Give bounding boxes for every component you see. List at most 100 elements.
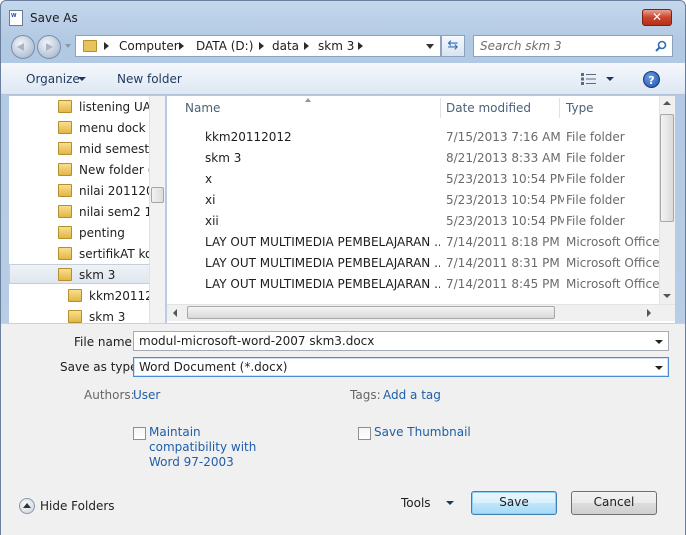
back-button[interactable]: [11, 35, 35, 59]
save-type-label: Save as type:: [60, 360, 142, 374]
file-row[interactable]: LAY OUT MULTIMEDIA PEMBELAJARAN ... 7/14/…: [167, 253, 661, 274]
new-folder-button[interactable]: New folder: [117, 72, 182, 86]
save-thumbnail-checkbox[interactable]: [358, 427, 371, 440]
tools-button[interactable]: Tools: [401, 496, 431, 510]
search-icon[interactable]: [655, 40, 667, 52]
chevron-down-icon[interactable]: [78, 77, 86, 81]
nav-scrollbar-thumb[interactable]: [151, 187, 164, 203]
refresh-button[interactable]: ⇆: [441, 35, 465, 57]
forward-button[interactable]: [37, 35, 61, 59]
organize-button[interactable]: Organize: [26, 72, 80, 86]
scroll-down-arrow-icon[interactable]: [663, 294, 671, 298]
file-type: File folder: [566, 151, 625, 165]
tags-field[interactable]: Add a tag: [383, 388, 441, 402]
authors-label: Authors:: [84, 388, 135, 402]
file-row[interactable]: LAY OUT MULTIMEDIA PEMBELAJARAN ... 7/14/…: [167, 232, 661, 253]
scroll-right-arrow-icon[interactable]: [647, 309, 651, 317]
breadcrumb-separator[interactable]: [179, 42, 184, 50]
file-row[interactable]: xii 5/23/2013 10:54 PM File folder: [167, 211, 659, 232]
file-name: kkm20112012: [205, 130, 292, 144]
folder-icon: [58, 184, 72, 197]
file-name: xii: [205, 214, 219, 228]
folder-icon: [58, 205, 72, 218]
chevron-down-icon[interactable]: [655, 366, 663, 370]
scroll-up-arrow-icon[interactable]: [663, 101, 671, 105]
maintain-compatibility-label-line1[interactable]: Maintain: [149, 425, 201, 439]
file-row[interactable]: kkm20112012 7/15/2013 7:16 AM File folder: [167, 127, 659, 148]
breadcrumb-data[interactable]: data: [272, 39, 299, 53]
save-button[interactable]: Save: [471, 491, 557, 515]
search-input[interactable]: [480, 38, 650, 54]
file-date: 7/14/2011 8:18 PM: [446, 235, 560, 249]
file-date: 5/23/2013 10:54 PM: [446, 214, 564, 228]
scroll-left-arrow-icon[interactable]: [173, 309, 177, 317]
maintain-compatibility-label-line3[interactable]: Word 97-2003: [149, 455, 234, 469]
nav-item-label: penting: [79, 226, 125, 240]
breadcrumb-separator[interactable]: [304, 42, 309, 50]
breadcrumb-computer[interactable]: Computer: [119, 39, 179, 53]
nav-item-selected[interactable]: skm 3: [9, 264, 157, 284]
cancel-button[interactable]: Cancel: [571, 491, 657, 515]
column-header-type[interactable]: Type: [566, 96, 594, 120]
authors-field[interactable]: User: [133, 388, 160, 402]
file-date: 7/14/2011 8:45 PM: [446, 277, 560, 291]
file-type: Microsoft Office ...: [566, 256, 661, 270]
file-type: File folder: [566, 214, 625, 228]
file-name: LAY OUT MULTIMEDIA PEMBELAJARAN ...: [205, 277, 440, 291]
file-name: skm 3: [205, 151, 242, 165]
horizontal-scrollbar-thumb[interactable]: [187, 306, 555, 319]
file-row[interactable]: xi 5/23/2013 10:54 PM File folder: [167, 190, 659, 211]
title-bar[interactable]: W Save As ✕: [1, 1, 685, 33]
search-box[interactable]: [473, 35, 673, 57]
file-name: LAY OUT MULTIMEDIA PEMBELAJARAN ...: [205, 256, 440, 270]
column-header-date[interactable]: Date modified: [446, 96, 531, 120]
breadcrumb-separator[interactable]: [358, 42, 363, 50]
chevron-down-icon[interactable]: [655, 340, 663, 344]
file-row[interactable]: x 5/23/2013 10:54 PM File folder: [167, 169, 659, 190]
save-thumbnail-label[interactable]: Save Thumbnail: [374, 425, 471, 439]
hide-folders-button[interactable]: Hide Folders: [40, 499, 115, 513]
breadcrumb-skm3[interactable]: skm 3: [318, 39, 354, 53]
chevron-down-icon[interactable]: [446, 501, 454, 505]
nav-item-label: skm 3: [79, 268, 116, 282]
file-type: File folder: [566, 130, 625, 144]
nav-item-label: New folder (2: [79, 163, 160, 177]
maintain-compatibility-checkbox[interactable]: [133, 427, 146, 440]
column-header-name[interactable]: Name: [185, 96, 220, 120]
file-name-label: File name:: [74, 335, 136, 349]
chevron-down-icon[interactable]: [426, 44, 434, 49]
breadcrumb-separator[interactable]: [259, 42, 264, 50]
window-title: Save As: [30, 11, 78, 25]
views-dropdown-icon[interactable]: [606, 77, 614, 81]
save-type-select[interactable]: Word Document (*.docx): [133, 357, 669, 377]
folder-icon: [58, 226, 72, 239]
column-divider[interactable]: [559, 98, 560, 118]
column-divider[interactable]: [440, 98, 441, 118]
save-type-value[interactable]: Word Document (*.docx): [139, 360, 287, 374]
word-app-icon: W: [9, 10, 23, 26]
folder-icon: [68, 289, 82, 302]
help-icon[interactable]: ?: [643, 71, 660, 88]
navigation-pane[interactable]: listening UAN menu dock s mid semester N…: [9, 96, 165, 323]
nav-scrollbar[interactable]: [149, 96, 165, 323]
file-type: File folder: [566, 172, 625, 186]
app-icon-label: W: [11, 13, 17, 19]
breadcrumb-separator[interactable]: [104, 42, 109, 50]
file-name-field[interactable]: modul-microsoft-word-2007 skm3.docx: [133, 331, 669, 351]
file-row[interactable]: skm 3 8/21/2013 8:33 AM File folder: [167, 148, 659, 169]
breadcrumb-data-drive[interactable]: DATA (D:): [196, 39, 253, 53]
file-name-value[interactable]: modul-microsoft-word-2007 skm3.docx: [139, 334, 374, 348]
change-view-icon[interactable]: [581, 73, 597, 85]
file-row[interactable]: LAY OUT MULTIMEDIA PEMBELAJARAN ... 7/14/…: [167, 274, 661, 295]
file-type: Microsoft Office ...: [566, 235, 661, 249]
folder-icon: [83, 40, 97, 52]
file-name: xi: [205, 193, 216, 207]
file-list[interactable]: Name Date modified Type kkm20112012 7/15/…: [167, 96, 675, 323]
close-button[interactable]: ✕: [642, 9, 672, 26]
address-bar[interactable]: Computer DATA (D:) data skm 3: [75, 35, 441, 57]
vertical-scrollbar-thumb[interactable]: [660, 114, 674, 222]
nav-item-label: sertifikAT kor: [79, 247, 158, 261]
maintain-compatibility-label-line2[interactable]: compatibility with: [149, 440, 256, 454]
recent-locations-dropdown[interactable]: [65, 44, 71, 48]
collapse-up-icon[interactable]: [19, 498, 35, 514]
